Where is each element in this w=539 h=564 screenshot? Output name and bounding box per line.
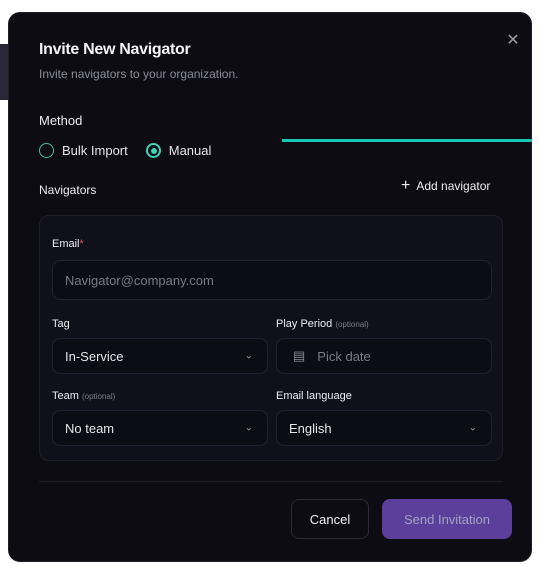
email-language-select[interactable]: English ⌄ <box>276 410 492 446</box>
team-value: No team <box>65 420 115 436</box>
email-language-label: Email language <box>276 390 352 402</box>
method-radio-group: Bulk Import Manual <box>39 143 221 158</box>
radio-label-manual[interactable]: Manual <box>169 143 212 158</box>
method-label: Method <box>39 113 83 128</box>
radio-label-bulk-import[interactable]: Bulk Import <box>62 143 128 158</box>
radio-bulk-import[interactable] <box>39 143 54 158</box>
email-language-value: English <box>289 420 332 436</box>
play-period-label: Play Period (optional) <box>276 318 369 330</box>
close-icon[interactable]: ✕ <box>505 33 521 49</box>
chevron-down-icon: ⌄ <box>244 422 253 434</box>
plus-icon: + <box>401 177 411 194</box>
add-navigator-label: Add navigator <box>416 179 491 193</box>
chevron-down-icon: ⌄ <box>244 350 253 362</box>
dialog-title: Invite New Navigator <box>39 41 191 58</box>
calendar-icon: ▤ <box>293 348 306 363</box>
tag-select[interactable]: In-Service ⌄ <box>52 338 268 374</box>
add-navigator-button[interactable]: + Add navigator <box>401 177 491 194</box>
cancel-button[interactable]: Cancel <box>291 499 369 539</box>
accent-line <box>282 139 532 142</box>
tag-value: In-Service <box>65 348 124 364</box>
tag-label: Tag <box>52 318 70 330</box>
invite-dialog: ✕ Invite New Navigator Invite navigators… <box>8 12 532 562</box>
required-mark: * <box>79 238 84 250</box>
dialog-subtitle: Invite navigators to your organization. <box>39 67 239 81</box>
radio-manual[interactable] <box>145 143 161 158</box>
navigators-label: Navigators <box>39 183 97 197</box>
email-field[interactable]: Navigator@company.com <box>52 260 492 300</box>
footer-divider <box>39 481 503 482</box>
background-strip <box>0 44 8 100</box>
play-period-placeholder: Pick date <box>317 348 371 364</box>
chevron-down-icon: ⌄ <box>468 422 477 434</box>
navigator-card: Email* Navigator@company.com Tag In-Serv… <box>39 215 503 461</box>
team-label: Team (optional) <box>52 390 116 402</box>
email-label: Email* <box>52 238 84 250</box>
email-placeholder: Navigator@company.com <box>65 272 214 288</box>
play-period-date-picker[interactable]: ▤ Pick date <box>276 338 492 374</box>
team-select[interactable]: No team ⌄ <box>52 410 268 446</box>
send-invitation-button[interactable]: Send Invitation <box>382 499 512 539</box>
